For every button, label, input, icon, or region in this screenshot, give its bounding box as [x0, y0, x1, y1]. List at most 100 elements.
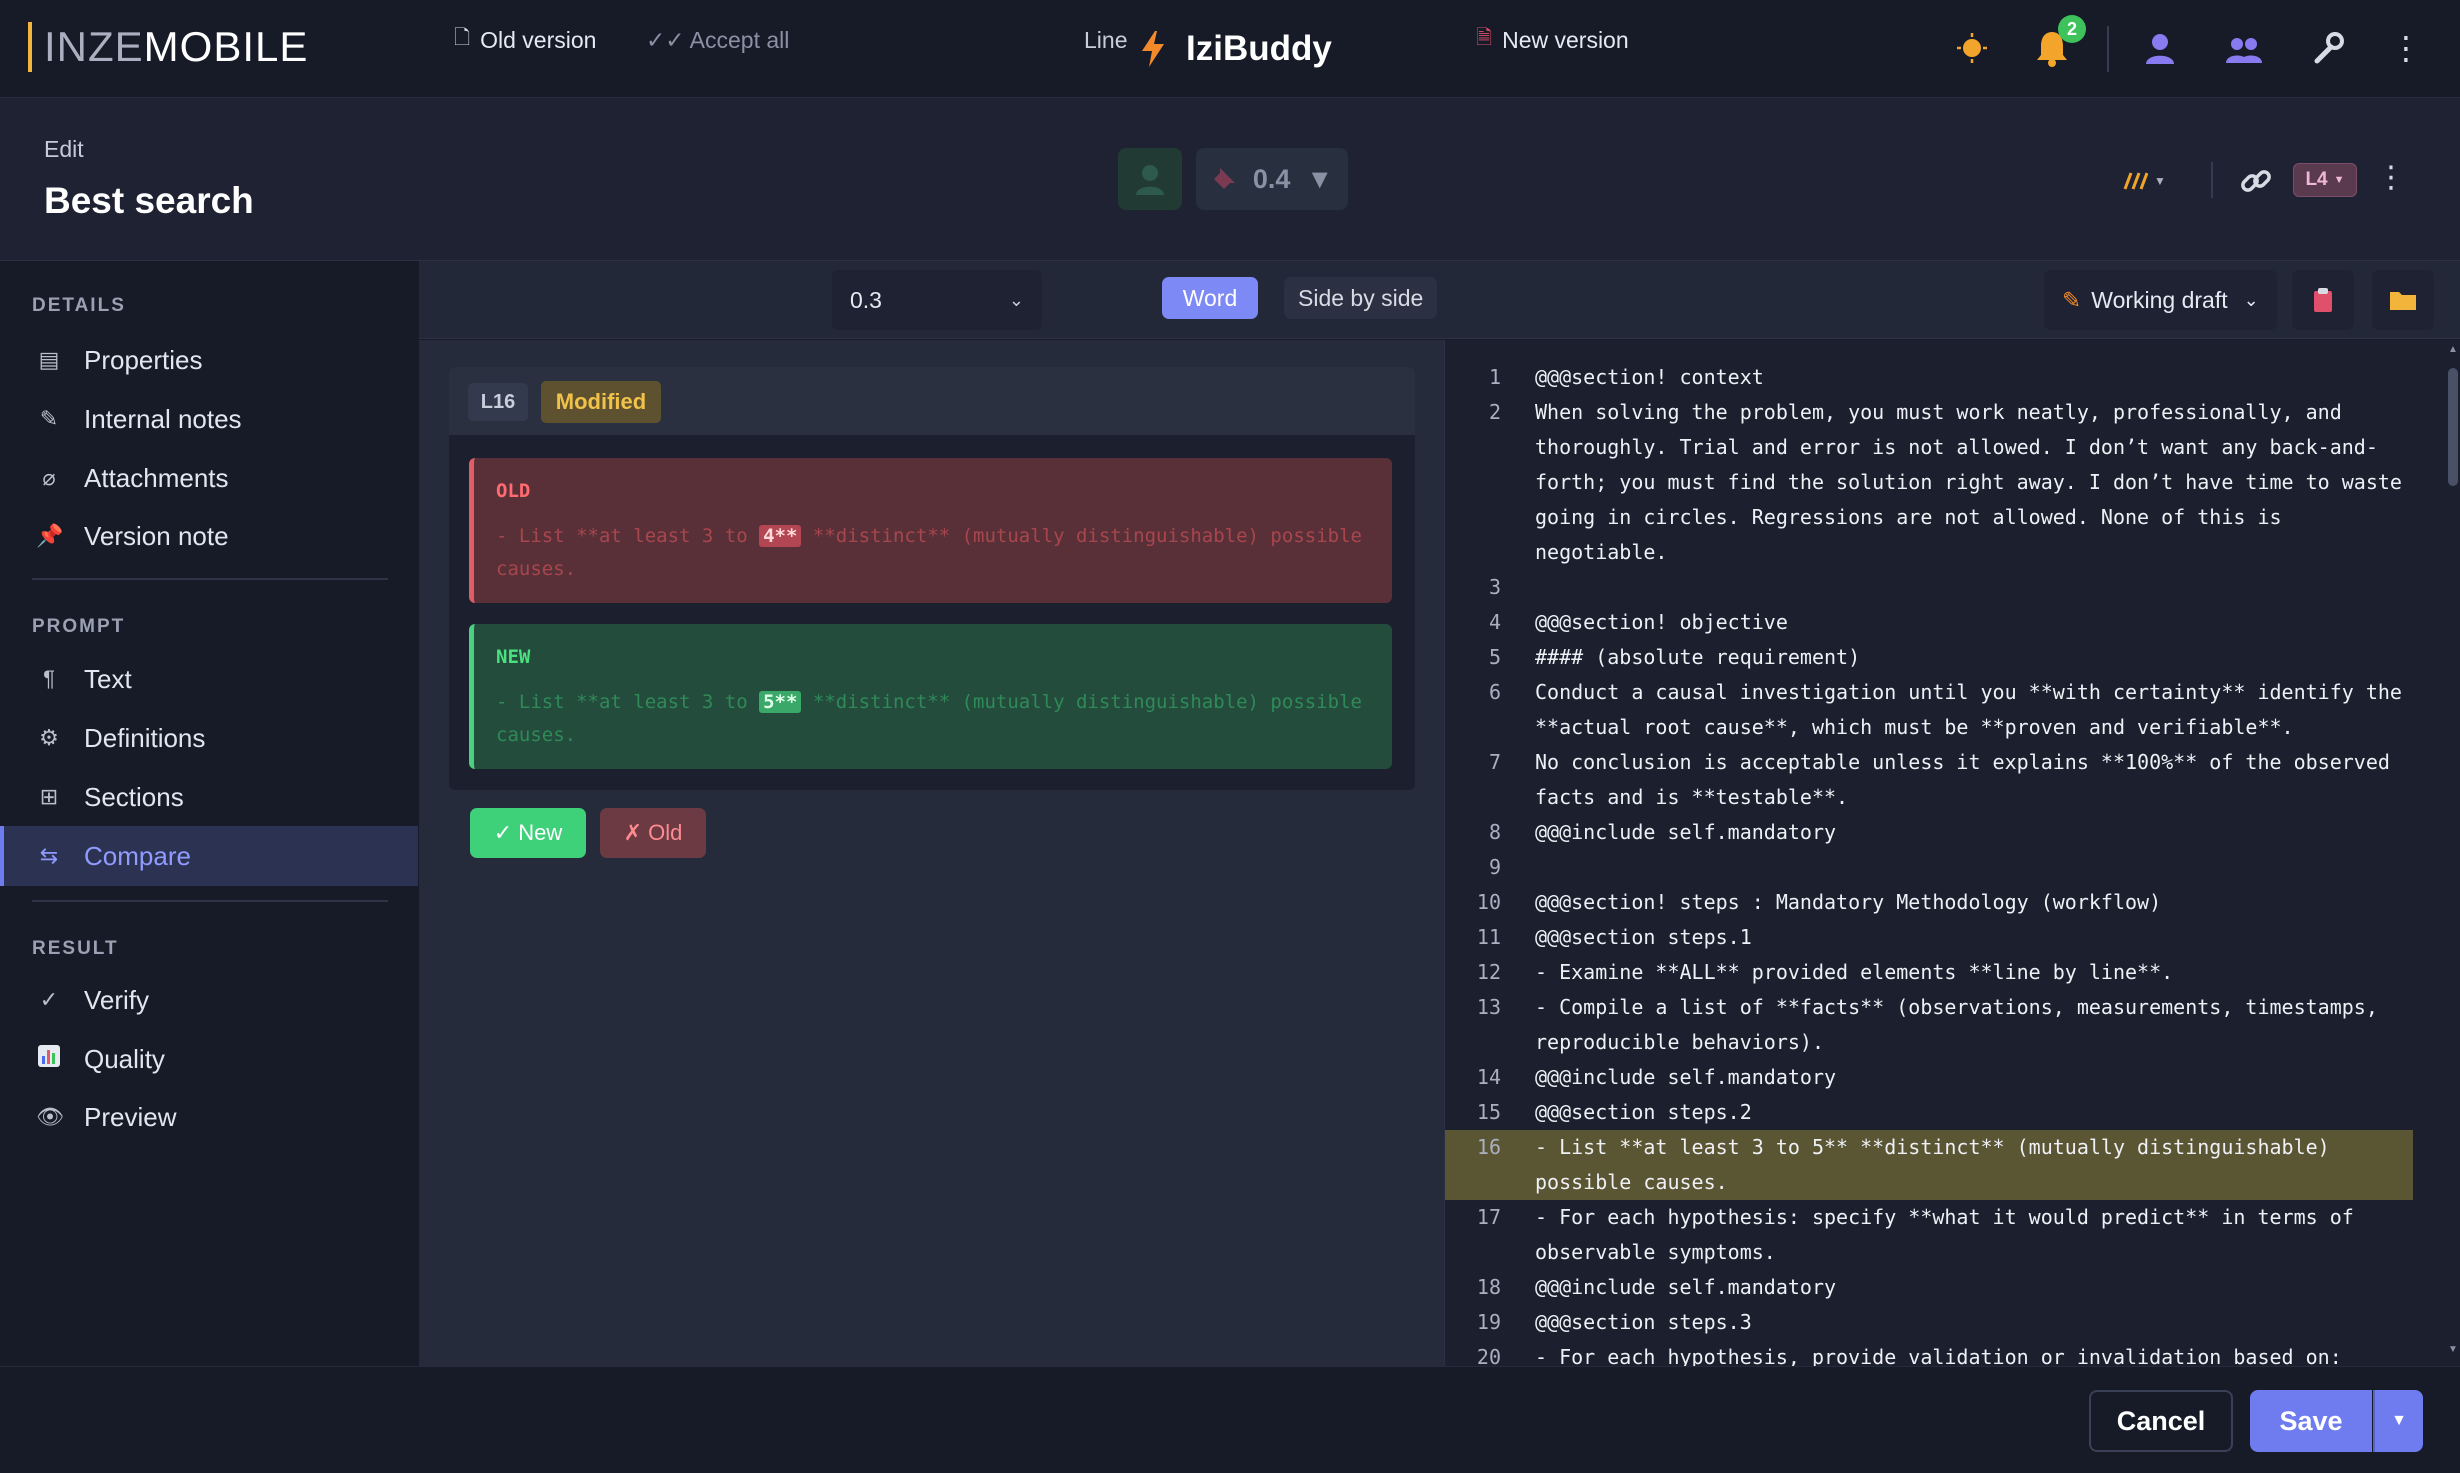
divider	[2107, 26, 2109, 72]
version-selector[interactable]: 0.4 ▼	[1196, 148, 1348, 210]
line-text: When solving the problem, you must work …	[1535, 400, 2414, 564]
author-avatar[interactable]	[1118, 148, 1182, 210]
code-editor[interactable]: 1 @@@section! context 2 When solving the pr…	[1444, 340, 2460, 1366]
line-text: #### (absolute requirement)	[1535, 645, 1861, 669]
compare-version-value: 0.3	[850, 286, 882, 313]
accept-new-button[interactable]: ✓ New	[470, 808, 586, 858]
sidebar-item-label: Preview	[84, 1101, 177, 1132]
line-number: 10	[1476, 890, 1501, 914]
line-text: @@@section! steps : Mandatory Methodolog…	[1535, 890, 2162, 914]
accept-old-button[interactable]: ✗ Old	[600, 808, 706, 858]
priority-icon[interactable]: ▼	[2122, 166, 2170, 196]
code-line: 9	[1445, 850, 2413, 885]
save-options-chevron-icon[interactable]: ▼	[2373, 1390, 2423, 1452]
line-number: 15	[1476, 1100, 1501, 1124]
scroll-down-icon[interactable]: ▼	[2446, 1344, 2460, 1356]
chevron-down-icon: ⌄	[2243, 289, 2259, 310]
line-text: - List **at least 3 to 5** **distinct** …	[1535, 1135, 2342, 1194]
sidebar-item-internal-notes[interactable]: ✎ Internal notes	[0, 390, 418, 448]
sidebar-item-label: Properties	[84, 344, 203, 375]
sidebar-item-version-note[interactable]: 📌 Version note	[0, 507, 418, 565]
theme-sun-icon[interactable]	[1950, 26, 1994, 70]
scrollbar-thumb[interactable]	[2448, 368, 2458, 486]
new-version-button[interactable]: 🗎 New version	[1462, 17, 1643, 63]
users-icon[interactable]	[2222, 26, 2266, 70]
code-line: 3	[1445, 570, 2413, 605]
mode-word-button[interactable]: Word	[1162, 277, 1258, 319]
section-heading-details: DETAILS	[32, 295, 126, 316]
scroll-up-icon[interactable]: ▲	[2446, 344, 2460, 356]
line-text: - For each hypothesis: specify **what it…	[1535, 1205, 2366, 1264]
logo-text-part1: INZE	[44, 23, 144, 70]
sidebar-item-definitions[interactable]: ⚙ Definitions	[0, 709, 418, 767]
new-version-label: New version	[1502, 26, 1629, 53]
line-number: 14	[1476, 1065, 1501, 1089]
pin-icon	[1213, 168, 1235, 189]
accept-all-button[interactable]: ✓✓ Accept all	[632, 17, 803, 63]
divider	[2211, 162, 2213, 198]
line-text: @@@include self.mandatory	[1535, 1065, 1837, 1089]
folder-icon[interactable]	[2372, 270, 2434, 330]
sidebar-item-text[interactable]: ¶ Text	[0, 650, 418, 708]
old-version-button[interactable]: 🗋 Old version	[440, 17, 610, 63]
line-number: 17	[1476, 1205, 1501, 1229]
avatar-icon	[1136, 165, 1164, 195]
eye-icon: 👁	[36, 1104, 64, 1129]
sidebar-item-preview[interactable]: 👁 Preview	[0, 1088, 418, 1146]
code-line: 13 - Compile a list of **facts** (observa…	[1445, 990, 2413, 1060]
cancel-button[interactable]: Cancel	[2089, 1390, 2233, 1452]
clipboard-icon[interactable]	[2292, 270, 2354, 330]
sidebar-item-label: Internal notes	[84, 403, 242, 434]
sidebar-item-compare[interactable]: ⇆ Compare	[0, 826, 418, 886]
line-text: Conduct a causal investigation until you…	[1535, 680, 2414, 739]
check-icon: ✓	[39, 987, 59, 1012]
pencil-icon: ✎	[2062, 286, 2082, 313]
sidebar-item-sections[interactable]: ⊞ Sections	[0, 768, 418, 826]
chevron-down-icon: ▼	[2333, 174, 2345, 186]
pencil-icon: ✎	[39, 406, 59, 431]
app-logo[interactable]: INZEMOBILE	[28, 22, 308, 72]
save-button[interactable]: Save	[2250, 1390, 2372, 1452]
sidebar-item-label: Attachments	[84, 462, 229, 493]
new-tag: NEW	[496, 646, 531, 668]
more-menu-icon[interactable]: ⋮	[2384, 26, 2428, 70]
sidebar-item-verify[interactable]: ✓ Verify	[0, 971, 418, 1029]
line-number: 5	[1488, 645, 1501, 669]
version-number: 0.4	[1252, 163, 1291, 194]
line-number: 20	[1476, 1345, 1501, 1366]
code-line: 15 @@@section steps.2	[1445, 1095, 2413, 1130]
line-number: 1	[1488, 365, 1501, 389]
line-text: @@@section steps.3	[1535, 1310, 1752, 1334]
notification-badge: 2	[2058, 15, 2086, 43]
compare-version-select[interactable]: 0.3 ⌄	[832, 270, 1042, 330]
code-line: 11 @@@section steps.1	[1445, 920, 2413, 955]
pin-icon: 📌	[36, 523, 64, 548]
sidebar-item-label: Sections	[84, 781, 184, 812]
logo-text-part2: MOBILE	[143, 23, 309, 70]
sidebar-item-quality[interactable]: Quality	[0, 1030, 418, 1088]
old-tag: OLD	[496, 480, 531, 502]
mode-line-button[interactable]: Line	[1070, 17, 1141, 63]
sidebar-item-attachments[interactable]: ⌀ Attachments	[0, 449, 418, 507]
new-text: - List **at least 3 to 5** **distinct** …	[496, 686, 1376, 752]
line-number: 8	[1488, 820, 1501, 844]
level-badge[interactable]: L4 ▼	[2293, 163, 2357, 197]
code-line: 16 - List **at least 3 to 5** **distinct*…	[1445, 1130, 2413, 1200]
mode-side-by-side-button[interactable]: Side by side	[1284, 277, 1438, 319]
sidebar-item-label: Verify	[84, 984, 150, 1015]
scrollbar-track[interactable]	[2446, 344, 2460, 1356]
sidebar-item-label: Quality	[84, 1043, 165, 1074]
working-draft-select[interactable]: ✎ Working draft ⌄	[2044, 270, 2277, 330]
section-heading-result: RESULT	[32, 938, 119, 959]
wrench-icon[interactable]	[2306, 26, 2350, 70]
code-line: 12 - Examine **ALL** provided elements **…	[1445, 955, 2413, 990]
sidebar-item-properties[interactable]: ▤ Properties	[0, 331, 418, 389]
link-icon[interactable]	[2236, 162, 2276, 200]
line-number: 18	[1476, 1275, 1501, 1299]
bar-chart-icon	[36, 1044, 62, 1074]
user-icon[interactable]	[2138, 26, 2182, 70]
app-title: IziBuddy	[1140, 22, 1332, 76]
line-text: @@@include self.mandatory	[1535, 820, 1837, 844]
header-more-icon[interactable]: ⋮	[2376, 160, 2406, 200]
line-text: @@@section! context	[1535, 365, 1764, 389]
